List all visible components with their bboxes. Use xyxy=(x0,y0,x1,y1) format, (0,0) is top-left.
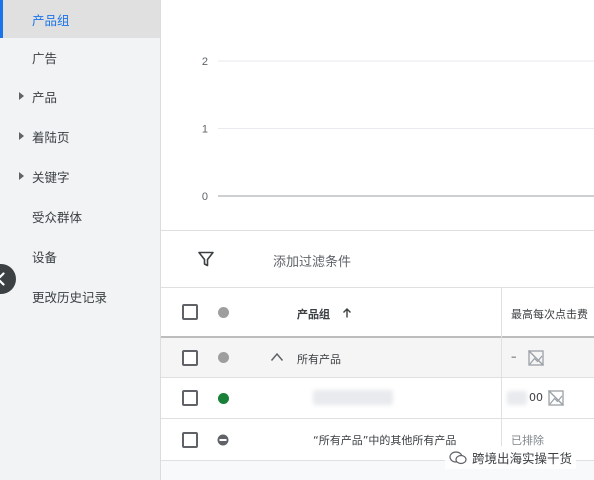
sort-ascending-icon[interactable] xyxy=(341,307,353,319)
sidebar-item-label: 更改历史记录 xyxy=(32,289,108,305)
y-tick-label: 1 xyxy=(202,124,208,136)
chevron-left-icon xyxy=(0,272,5,286)
sidebar-item-label: 广告 xyxy=(32,50,58,66)
product-group-name: “所有产品”中的其他所有产品 xyxy=(313,434,457,447)
image-unavailable-icon[interactable] xyxy=(547,389,565,407)
excluded-status-icon xyxy=(217,434,229,446)
caret-right-icon xyxy=(19,92,24,100)
row-checkbox[interactable] xyxy=(182,350,198,366)
y-tick-label: 0 xyxy=(202,191,208,203)
sidebar-item-audiences[interactable]: 受众群体 xyxy=(0,197,160,235)
wechat-icon xyxy=(449,450,467,464)
sidebar-item-label: 产品组 xyxy=(32,12,70,28)
filter-bar: 添加过滤条件 xyxy=(161,231,594,288)
column-divider xyxy=(501,288,502,338)
y-tick-label: 2 xyxy=(202,56,208,68)
table-row: 00 xyxy=(161,378,594,419)
max-cpc-value: – xyxy=(511,350,517,363)
sidebar-item-label: 受众群体 xyxy=(32,209,83,225)
caret-right-icon xyxy=(19,132,24,140)
sidebar-item-ads[interactable]: 广告 xyxy=(0,38,160,76)
row-checkbox[interactable] xyxy=(182,390,198,406)
app-root: 产品组 广告 产品 着陆页 关键字 受众群体 设备 更改历史记录 2 1 0 添… xyxy=(0,0,594,480)
watermark-text: 跨境出海实操干货 xyxy=(471,451,572,466)
status-dot xyxy=(218,352,229,363)
max-cpc-value: 00 xyxy=(529,391,543,404)
table-header-row: 产品组 最高每次点击费 xyxy=(161,288,594,338)
add-filter-link[interactable]: 添加过滤条件 xyxy=(273,251,351,270)
status-header-icon xyxy=(218,307,229,318)
performance-chart: 2 1 0 xyxy=(161,0,594,231)
sidebar-item-change-history[interactable]: 更改历史记录 xyxy=(0,277,160,315)
sidebar-item-label: 着陆页 xyxy=(32,129,70,145)
column-header-max-cpc[interactable]: 最高每次点击费 xyxy=(511,306,588,322)
column-header-product-group[interactable]: 产品组 xyxy=(297,306,330,322)
watermark: 跨境出海实操干货 xyxy=(444,446,576,469)
filter-icon[interactable] xyxy=(197,250,215,268)
image-unavailable-icon[interactable] xyxy=(527,349,545,367)
status-dot xyxy=(218,393,229,404)
column-divider xyxy=(501,338,502,378)
row-checkbox[interactable] xyxy=(182,432,198,448)
select-all-checkbox[interactable] xyxy=(182,304,198,320)
sidebar-item-product-groups[interactable]: 产品组 xyxy=(0,0,160,38)
chevron-up-icon[interactable] xyxy=(270,352,284,362)
caret-right-icon xyxy=(19,172,24,180)
sidebar-item-products[interactable]: 产品 xyxy=(0,77,160,115)
sidebar-item-label: 产品 xyxy=(32,89,58,105)
sidebar: 产品组 广告 产品 着陆页 关键字 受众群体 设备 更改历史记录 xyxy=(0,0,160,480)
sidebar-item-landing-pages[interactable]: 着陆页 xyxy=(0,117,160,155)
redacted-product-name xyxy=(313,390,393,405)
sidebar-item-label: 关键字 xyxy=(32,169,70,185)
chart-svg: 2 1 0 xyxy=(202,56,594,203)
sidebar-item-devices[interactable]: 设备 xyxy=(0,237,160,275)
product-group-name: 所有产品 xyxy=(297,353,341,366)
sidebar-item-label: 设备 xyxy=(32,249,58,265)
main-content: 2 1 0 添加过滤条件 产品组 最高每次点击费 所有产品 – 00 “所有产品”中… xyxy=(160,0,594,480)
table-row: 所有产品 – xyxy=(161,338,594,378)
redacted-bid-prefix xyxy=(507,391,527,405)
column-divider xyxy=(501,378,502,419)
sidebar-item-keywords[interactable]: 关键字 xyxy=(0,157,160,195)
